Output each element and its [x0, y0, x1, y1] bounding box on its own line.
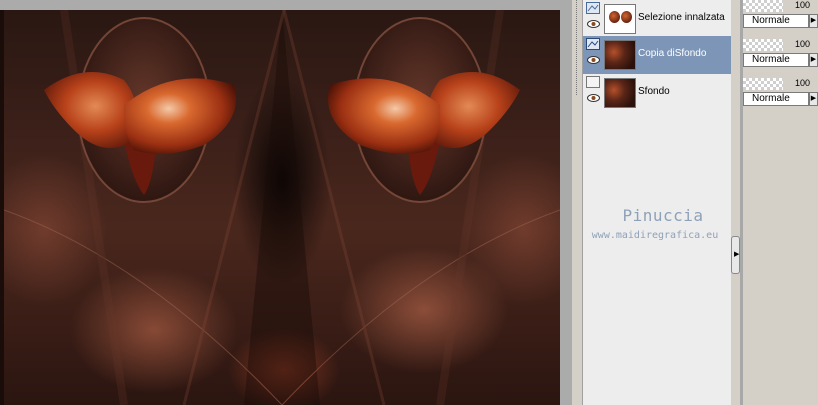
layer-properties-row: 100 Normale ▶	[743, 0, 818, 36]
layer-name: Copia diSfondo	[638, 48, 707, 59]
layer-row-selezione-innalzata[interactable]: Selezione innalzata	[583, 0, 731, 38]
eye-icon[interactable]	[587, 94, 600, 102]
layer-thumbnail	[604, 78, 636, 108]
chevron-right-icon: ▶	[734, 251, 740, 258]
opacity-control[interactable]: 100	[743, 78, 818, 92]
blend-mode-select[interactable]: Normale	[743, 53, 809, 67]
watermark-title: Pinuccia	[622, 206, 704, 225]
layer-properties-row: 100 Normale ▶	[743, 39, 818, 75]
opacity-value: 100	[794, 0, 810, 10]
panel-resize-handle[interactable]: ▶	[731, 236, 740, 274]
eye-icon[interactable]	[587, 56, 600, 64]
canvas-area[interactable]	[0, 0, 572, 405]
opacity-value: 100	[794, 78, 810, 88]
opacity-swatch	[743, 39, 783, 51]
layer-name: Selezione innalzata	[638, 12, 725, 23]
opacity-swatch	[743, 0, 783, 12]
dropdown-arrow-icon[interactable]: ▶	[809, 14, 818, 28]
layer-row-copia-disfondo[interactable]: Copia diSfondo	[583, 36, 731, 74]
dropdown-arrow-icon[interactable]: ▶	[809, 53, 818, 67]
raster-layer-icon	[586, 38, 600, 50]
eye-icon[interactable]	[587, 20, 600, 28]
layer-row-sfondo[interactable]: Sfondo	[583, 74, 731, 112]
opacity-value: 100	[794, 39, 810, 49]
opacity-control[interactable]: 100	[743, 39, 818, 53]
background-layer-icon	[586, 76, 600, 88]
layer-name: Sfondo	[638, 86, 670, 97]
layer-thumbnail	[604, 4, 636, 34]
image-canvas[interactable]	[4, 10, 560, 405]
layer-properties: 100 Normale ▶ 100 Normale ▶ 100 Normale …	[743, 0, 818, 405]
blend-mode-select[interactable]: Normale	[743, 14, 809, 28]
raster-layer-icon	[586, 2, 600, 14]
layers-list: Selezione innalzata Copia diSfondo Sfond…	[583, 0, 731, 405]
opacity-swatch	[743, 78, 783, 90]
blend-mode-select[interactable]: Normale	[743, 92, 809, 106]
opacity-control[interactable]: 100	[743, 0, 818, 14]
layer-properties-row: 100 Normale ▶	[743, 78, 818, 114]
layer-thumbnail	[604, 40, 636, 70]
watermark-url: www.maidiregrafica.eu	[591, 230, 719, 241]
group-tree-line	[576, 0, 583, 95]
artwork	[4, 10, 560, 405]
dropdown-arrow-icon[interactable]: ▶	[809, 92, 818, 106]
